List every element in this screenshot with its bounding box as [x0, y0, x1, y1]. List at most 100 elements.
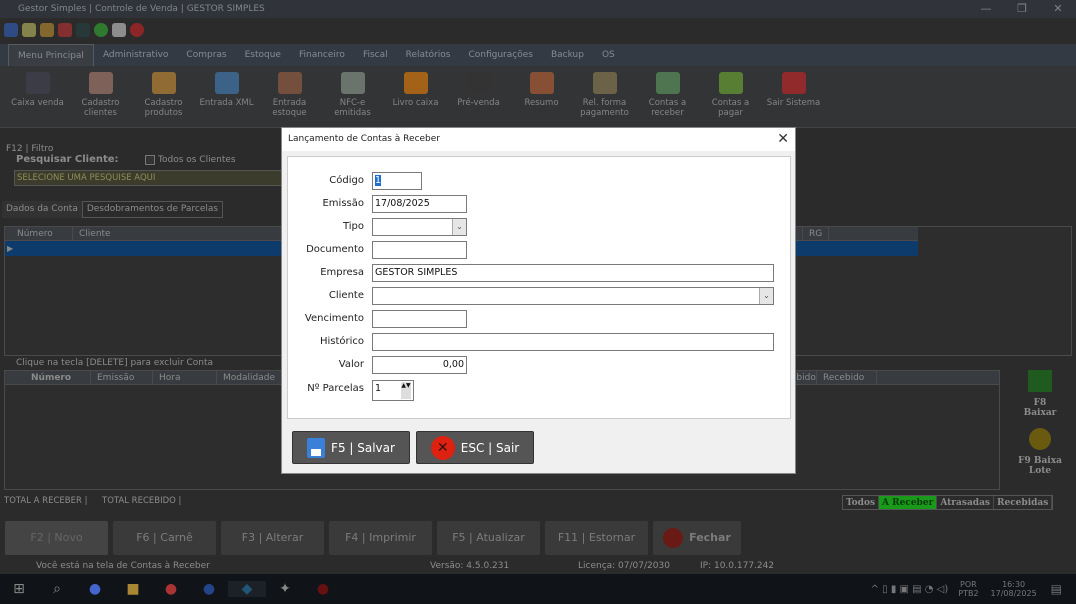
ribbon-button[interactable]: Rel. forma pagamento	[573, 66, 636, 127]
column-header[interactable]: Emissão	[91, 371, 153, 384]
all-clients-checkbox[interactable]	[145, 155, 155, 165]
action-button[interactable]: Fechar	[653, 521, 741, 555]
start-icon[interactable]: ⊞	[0, 581, 38, 597]
tab-dados-conta[interactable]: Dados da Conta	[2, 201, 82, 218]
valor-field[interactable]: 0,00	[372, 356, 467, 374]
tipo-label: Tipo	[342, 221, 364, 232]
menu-tab[interactable]: Compras	[177, 44, 235, 66]
status-tab[interactable]: Todos	[843, 496, 880, 509]
codigo-field[interactable]: 1	[372, 172, 422, 190]
cliente-field[interactable]: ⌄	[372, 287, 774, 305]
menu-tab[interactable]: Financeiro	[290, 44, 354, 66]
ribbon-button[interactable]: Pré-venda	[447, 66, 510, 127]
quick-icon[interactable]	[112, 23, 126, 37]
menu-tab[interactable]: Fiscal	[354, 44, 397, 66]
quick-icon[interactable]	[58, 23, 72, 37]
app-icon[interactable]: ✦	[266, 581, 304, 597]
column-header[interactable]: Recebido	[817, 371, 877, 384]
app-icon[interactable]: ◆	[228, 581, 266, 597]
minimize-button[interactable]: —	[968, 0, 1004, 18]
menu-tab[interactable]: Estoque	[236, 44, 290, 66]
ribbon-button[interactable]: Resumo	[510, 66, 573, 127]
action-button[interactable]: F4 | Imprimir	[329, 521, 432, 555]
column-numero[interactable]: Número	[5, 227, 73, 240]
client-search-input[interactable]: SELECIONE UMA PESQUISE AQUI	[14, 170, 284, 186]
ribbon-button[interactable]: Entrada estoque	[258, 66, 321, 127]
clock[interactable]: 16:30 17/08/2025	[991, 580, 1037, 598]
menu-tab[interactable]: OS	[593, 44, 624, 66]
tipo-field[interactable]: ⌄	[372, 218, 467, 236]
title-bar: Gestor Simples | Controle de Venda | GES…	[0, 0, 1076, 18]
save-button[interactable]: F5 | Salvar	[292, 431, 410, 464]
column-header[interactable]: Número	[5, 371, 91, 384]
status-tab[interactable]: Atrasadas	[937, 496, 994, 509]
quick-icon[interactable]	[4, 23, 18, 37]
ribbon-button[interactable]: Sair Sistema	[762, 66, 825, 127]
action-button[interactable]: F2 | Novo	[5, 521, 108, 555]
documento-field[interactable]	[372, 241, 467, 259]
ribbon-button[interactable]: Entrada XML	[195, 66, 258, 127]
lang[interactable]: POR	[958, 580, 978, 589]
menu-tab[interactable]: Menu Principal	[8, 44, 94, 66]
ribbon-button[interactable]: Livro caixa	[384, 66, 447, 127]
historico-field[interactable]	[372, 333, 774, 351]
column-header[interactable]: Hora	[153, 371, 217, 384]
ribbon-button[interactable]: Contas a pagar	[699, 66, 762, 127]
window-title: Gestor Simples | Controle de Venda | GES…	[18, 4, 265, 14]
close-icon[interactable]: ✕	[777, 131, 789, 147]
menu-tab[interactable]: Relatórios	[397, 44, 460, 66]
action-button[interactable]: F3 | Alterar	[221, 521, 324, 555]
power-icon[interactable]	[130, 23, 144, 37]
chevron-down-icon[interactable]: ⌄	[759, 288, 773, 304]
f8-baixar-button[interactable]: F8 Baixar	[1010, 370, 1070, 418]
cliente-label: Cliente	[328, 290, 364, 301]
exit-button[interactable]: ✕ ESC | Sair	[416, 431, 534, 464]
row-indicator-icon: ▶	[7, 244, 14, 253]
ribbon-button[interactable]: Cadastro clientes	[69, 66, 132, 127]
ribbon-label: Contas a receber	[648, 98, 687, 118]
empresa-field[interactable]: GESTOR SIMPLES	[372, 264, 774, 282]
ribbon-button[interactable]: Contas a receber	[636, 66, 699, 127]
file-explorer-icon[interactable]: ■	[114, 581, 152, 597]
keyboard-layout[interactable]: PTB2	[958, 589, 978, 598]
menu-tab[interactable]: Backup	[542, 44, 593, 66]
status-tab[interactable]: Recebidas	[994, 496, 1053, 509]
chevron-down-icon[interactable]: ⌄	[452, 219, 466, 235]
parcelas-field[interactable]: 1 ▲▼	[372, 380, 414, 401]
action-button[interactable]: F11 | Estornar	[545, 521, 648, 555]
notifications-icon[interactable]: ▤	[1051, 582, 1062, 596]
maximize-button[interactable]: ❐	[1004, 0, 1040, 18]
codigo-label: Código	[329, 175, 364, 186]
f9-baixa-lote-button[interactable]: F9 Baixa Lote	[1010, 428, 1070, 476]
status-tab[interactable]: A Receber	[879, 496, 938, 509]
action-button[interactable]: F5 | Atualizar	[437, 521, 540, 555]
ribbon-button[interactable]: Caixa venda	[6, 66, 69, 127]
action-button[interactable]: F6 | Carnê	[113, 521, 216, 555]
f9-label: F9 Baixa Lote	[1018, 456, 1062, 476]
quick-icon[interactable]	[76, 23, 90, 37]
emissao-field[interactable]: 17/08/2025	[372, 195, 467, 213]
tray-icons[interactable]: ^ ▯ ▮ ▣ ▤ ◔ ◁)	[871, 584, 949, 595]
whatsapp-icon[interactable]	[94, 23, 108, 37]
sub-tabs: Dados da Conta Desdobramentos de Parcela…	[2, 201, 224, 218]
menu-tab[interactable]: Configurações	[459, 44, 541, 66]
column-rg[interactable]: RG	[803, 227, 830, 240]
vencimento-field[interactable]	[372, 310, 467, 328]
close-window-button[interactable]: ✕	[1040, 0, 1076, 18]
quick-icon[interactable]	[40, 23, 54, 37]
report-icon	[529, 72, 554, 94]
search-icon[interactable]: ⌕	[38, 581, 76, 597]
app-icon[interactable]: ●	[304, 581, 342, 597]
stock-icon	[277, 72, 302, 94]
ribbon-button[interactable]: NFC-e emitidas	[321, 66, 384, 127]
quick-icon[interactable]	[22, 23, 36, 37]
menu-tab[interactable]: Administrativo	[94, 44, 177, 66]
ribbon-button[interactable]: Cadastro produtos	[132, 66, 195, 127]
copilot-icon[interactable]: ●	[76, 581, 114, 597]
time: 16:30	[1002, 580, 1026, 589]
chrome-icon[interactable]: ●	[152, 581, 190, 597]
edge-icon[interactable]: ●	[190, 581, 228, 597]
spinner-icon[interactable]: ▲▼	[401, 382, 411, 399]
tab-desdobramentos[interactable]: Desdobramentos de Parcelas	[81, 201, 224, 218]
exit-label: ESC | Sair	[460, 440, 520, 455]
